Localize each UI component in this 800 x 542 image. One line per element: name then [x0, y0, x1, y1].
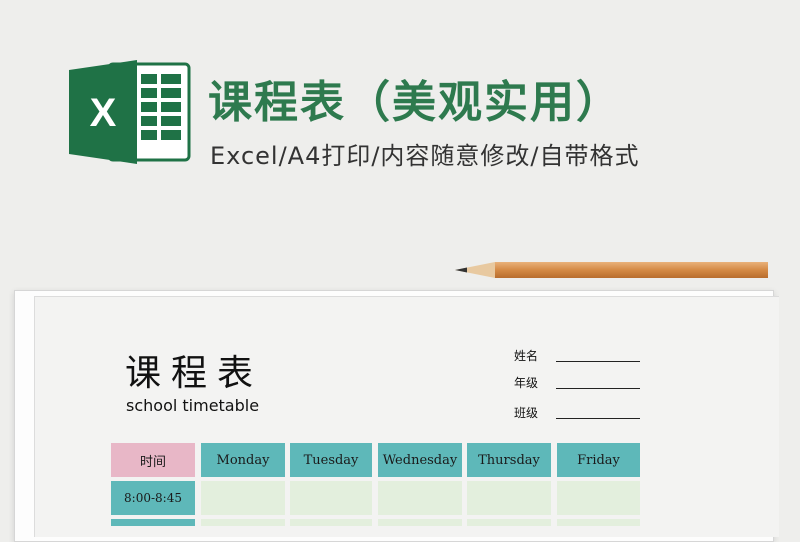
table-cell[interactable] — [201, 481, 285, 515]
page-title: 课程表（美观实用） — [208, 77, 622, 128]
time-cell[interactable] — [111, 519, 195, 526]
field-line — [556, 388, 640, 389]
table-cell[interactable] — [290, 481, 372, 515]
table-cell[interactable] — [378, 519, 462, 526]
table-cell[interactable] — [290, 519, 372, 526]
table-cell[interactable] — [557, 481, 640, 515]
table-cell[interactable] — [201, 519, 285, 526]
header-time[interactable]: 时间 — [111, 443, 195, 477]
field-label: 姓名 — [514, 349, 539, 363]
page-subtitle: Excel/A4打印/内容随意修改/自带格式 — [210, 142, 640, 170]
header-thursday[interactable]: Thursday — [467, 443, 551, 477]
table-cell[interactable] — [378, 481, 462, 515]
field-line — [556, 361, 640, 362]
header-tuesday[interactable]: Tuesday — [290, 443, 372, 477]
name-field[interactable]: 姓名 — [514, 347, 640, 364]
sheet-title: 课程表 — [125, 353, 264, 394]
sheet-subtitle: school timetable — [126, 396, 260, 415]
field-label: 班级 — [514, 406, 539, 420]
header-monday[interactable]: Monday — [201, 443, 285, 477]
header-wednesday[interactable]: Wednesday — [378, 443, 462, 477]
grade-field[interactable]: 年级 — [514, 374, 640, 391]
time-cell[interactable]: 8:00-8:45 — [111, 481, 195, 515]
logo-letter: X — [90, 91, 117, 135]
table-cell[interactable] — [467, 519, 551, 526]
class-field[interactable]: 班级 — [514, 404, 640, 421]
field-label: 年级 — [514, 376, 539, 390]
table-cell[interactable] — [557, 519, 640, 526]
excel-logo-icon: X — [69, 60, 191, 164]
field-line — [556, 418, 640, 419]
pencil-icon — [455, 262, 768, 278]
table-cell[interactable] — [467, 481, 551, 515]
header-friday[interactable]: Friday — [557, 443, 640, 477]
